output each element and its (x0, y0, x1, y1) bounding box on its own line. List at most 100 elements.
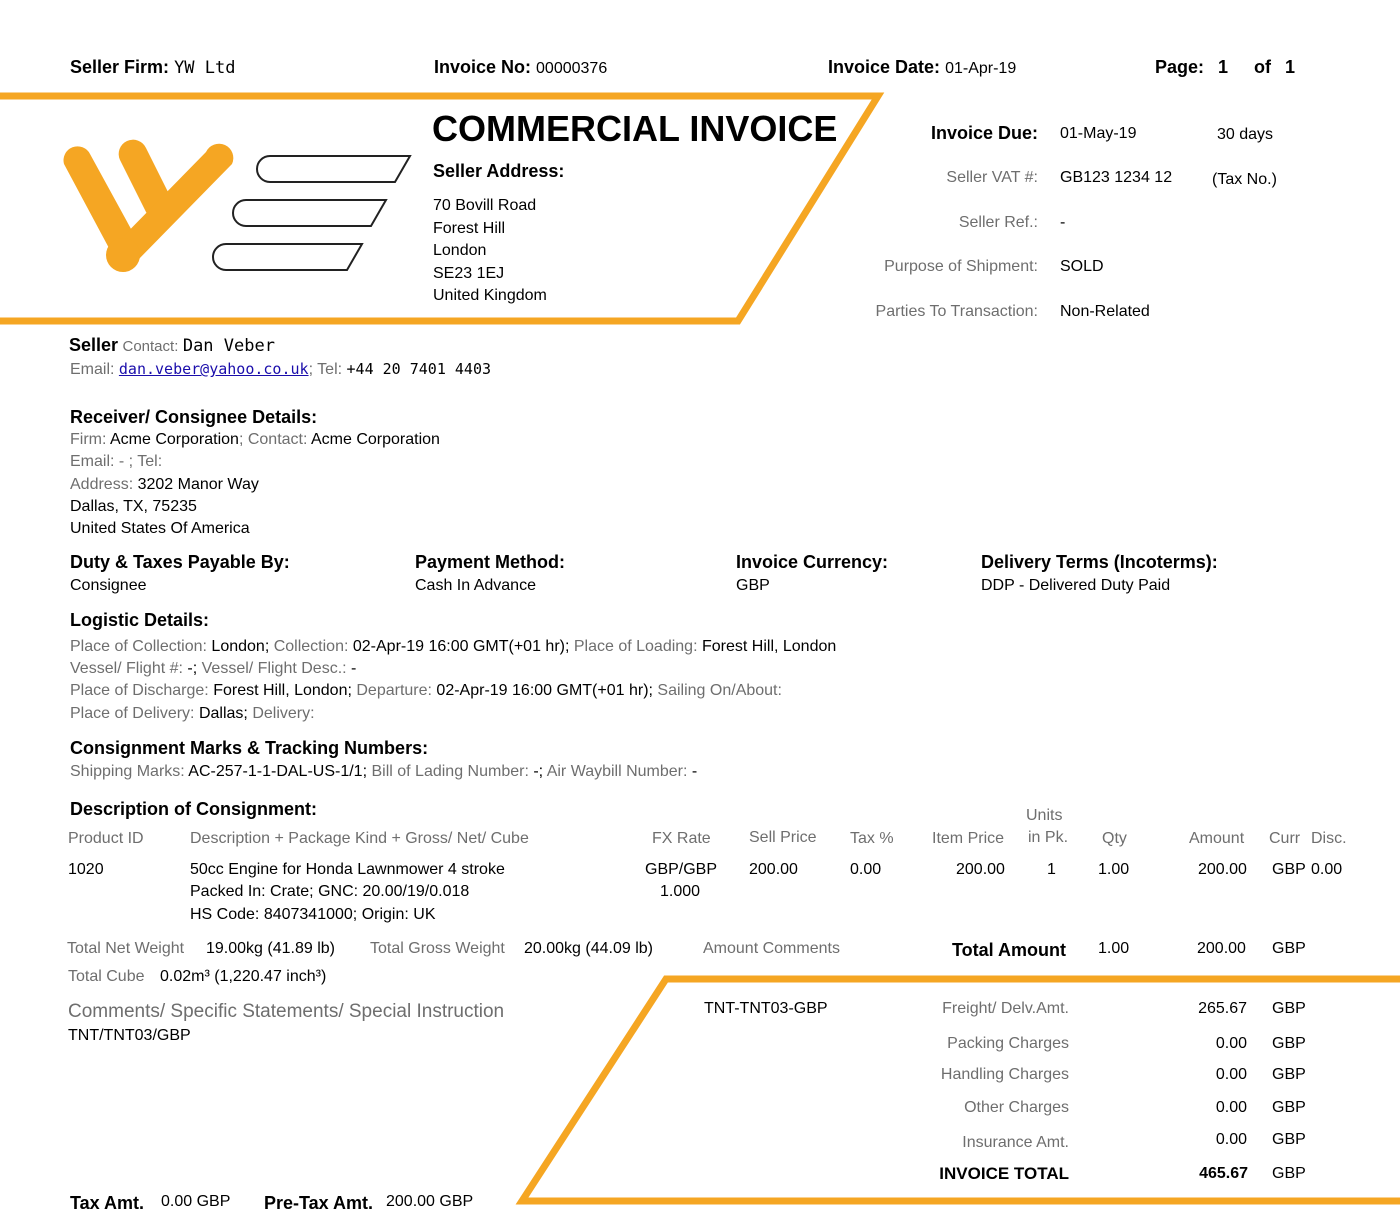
charge-curr: GBP (1272, 1066, 1306, 1083)
company-logo (63, 139, 412, 272)
col-amount: Amount (1189, 830, 1245, 847)
invoice-date-label: Invoice Date: (828, 57, 941, 77)
col-curr: Curr (1269, 830, 1301, 847)
departure-label: Departure: (356, 682, 432, 699)
bol-label: Bill of Lading Number: (371, 763, 529, 780)
seller-address-label: Seller Address: (433, 161, 565, 181)
charge-label: Packing Charges (947, 1035, 1069, 1052)
row-tax: 0.00 (850, 861, 882, 878)
vessel-desc-value: - (351, 660, 357, 677)
receiver-contact-label: ; Contact: (238, 431, 308, 448)
loading-label: Place of Loading: (573, 638, 698, 655)
col-tax: Tax % (850, 830, 894, 847)
invoice-number: Invoice No: 00000376 (434, 57, 607, 78)
duty-label: Duty & Taxes Payable By: (70, 552, 290, 572)
receiver-firm: Acme Corporation (110, 431, 239, 448)
purpose-value: SOLD (1060, 258, 1104, 275)
receiver-city: Dallas, TX, 75235 (70, 498, 197, 515)
row-qty: 1.00 (1098, 861, 1130, 878)
seller-address: 70 Bovill Road Forest Hill London SE23 1… (433, 195, 547, 308)
document-title: COMMERCIAL INVOICE (432, 108, 838, 149)
seller-email-link[interactable]: dan.veber@yahoo.co.uk (119, 360, 309, 378)
pretax-amount-label: Pre-Tax Amt. (264, 1193, 374, 1213)
col-units-1: Units (1026, 807, 1063, 824)
purpose-label: Purpose of Shipment: (884, 258, 1038, 275)
charge-label: Other Charges (964, 1099, 1069, 1116)
charge-curr: GBP (1272, 1099, 1306, 1116)
awb-value: - (691, 763, 698, 780)
charge-amount: 0.00 (1215, 1066, 1247, 1083)
invoice-total-value: 465.67 (1199, 1165, 1248, 1182)
total-amount-label: Total Amount (952, 940, 1066, 960)
charge-amount: 265.67 (1198, 1000, 1247, 1017)
loading-value: Forest Hill, London (701, 638, 837, 655)
row-desc-2: Packed In: Crate; GNC: 20.00/19/0.018 (190, 883, 470, 900)
total-amount-value: 200.00 (1197, 940, 1246, 957)
seller-email-line: Email: dan.veber@yahoo.co.uk; Tel: +44 2… (70, 360, 491, 379)
invoice-no-label: Invoice No: (434, 57, 532, 77)
seller-tel-label: ; Tel: (308, 361, 343, 378)
departure-value: 02-Apr-19 16:00 GMT(+01 hr); (436, 682, 653, 699)
col-item-price: Item Price (932, 830, 1005, 847)
marks-line: Shipping Marks: AC-257-1-1-DAL-US-1/1; B… (70, 763, 697, 781)
col-sell-price: Sell Price (749, 829, 817, 846)
col-disc: Disc. (1311, 830, 1347, 847)
marks-heading: Consignment Marks & Tracking Numbers: (70, 738, 429, 758)
invoice-due-days: 30 days (1217, 126, 1274, 143)
charge-amount: 0.00 (1215, 1035, 1247, 1052)
address-line: 70 Bovill Road (433, 197, 537, 214)
seller-contact-label: Contact: (122, 338, 179, 355)
row-units: 1 (1047, 861, 1056, 878)
address-line: Forest Hill (433, 219, 506, 237)
seller-email-label: Email: (70, 361, 115, 378)
consignment-heading: Description of Consignment: (70, 799, 317, 819)
collection-place: London; (211, 638, 270, 655)
page-label: Page: (1155, 57, 1205, 77)
duty-value: Consignee (70, 577, 147, 594)
pretax-amount-value: 200.00 GBP (386, 1193, 474, 1210)
row-fx-2: 1.000 (660, 883, 701, 900)
logistics-line-1: Place of Collection: London; Collection:… (70, 638, 836, 656)
collection-label: Collection: (273, 638, 349, 655)
vessel-desc-label: Vessel/ Flight Desc.: (201, 660, 347, 677)
row-item-price: 200.00 (956, 861, 1005, 878)
seller-firm-label: Seller Firm: (70, 57, 170, 77)
vat-note: (Tax No.) (1212, 171, 1277, 188)
gross-weight-value: 20.00kg (44.09 lb) (524, 940, 653, 957)
seller-ref-label: Seller Ref.: (958, 214, 1038, 231)
vat-value: GB123 1234 12 (1060, 169, 1173, 186)
address-line: London (433, 242, 487, 259)
row-desc-3: HS Code: 8407341000; Origin: UK (190, 906, 436, 923)
delivery-terms-value: DDP - Delivered Duty Paid (981, 577, 1171, 594)
amount-comments-label: Amount Comments (703, 940, 840, 957)
payment-value: Cash In Advance (415, 577, 536, 594)
charge-label: Insurance Amt. (962, 1134, 1069, 1151)
vessel-value: -; (187, 660, 198, 677)
col-description: Description + Package Kind + Gross/ Net/… (190, 830, 529, 847)
tax-amount-label: Tax Amt. (70, 1193, 145, 1213)
sailing-label: Sailing On/About: (657, 682, 782, 699)
row-product-id: 1020 (68, 861, 104, 878)
charge-label: Handling Charges (940, 1066, 1069, 1083)
row-sell-price: 200.00 (749, 861, 798, 878)
tax-amount-value: 0.00 GBP (161, 1193, 231, 1210)
page-count: 1 (1285, 57, 1296, 77)
currency-value: GBP (736, 577, 770, 594)
collection-place-label: Place of Collection: (70, 638, 207, 655)
discharge-value: Forest Hill, London; (213, 682, 352, 699)
parties-label: Parties To Transaction: (875, 303, 1038, 320)
charge-label: Freight/ Delv.Amt. (942, 1000, 1069, 1017)
cube-label: Total Cube (68, 968, 145, 985)
invoice-total-curr: GBP (1272, 1165, 1306, 1182)
gross-weight-label: Total Gross Weight (370, 940, 505, 957)
comments-heading: Comments/ Specific Statements/ Special I… (68, 1001, 505, 1022)
page-number: 1 (1218, 57, 1229, 77)
of-label: of (1254, 57, 1271, 77)
seller-ref-value: - (1060, 214, 1066, 231)
delivery-label: Delivery: (252, 705, 315, 722)
col-product-id: Product ID (68, 830, 144, 847)
delivery-terms-label: Delivery Terms (Incoterms): (981, 552, 1218, 572)
row-disc: 0.00 (1311, 861, 1343, 878)
seller-firm-value: YW Ltd (174, 58, 236, 78)
row-amount: 200.00 (1198, 861, 1247, 878)
